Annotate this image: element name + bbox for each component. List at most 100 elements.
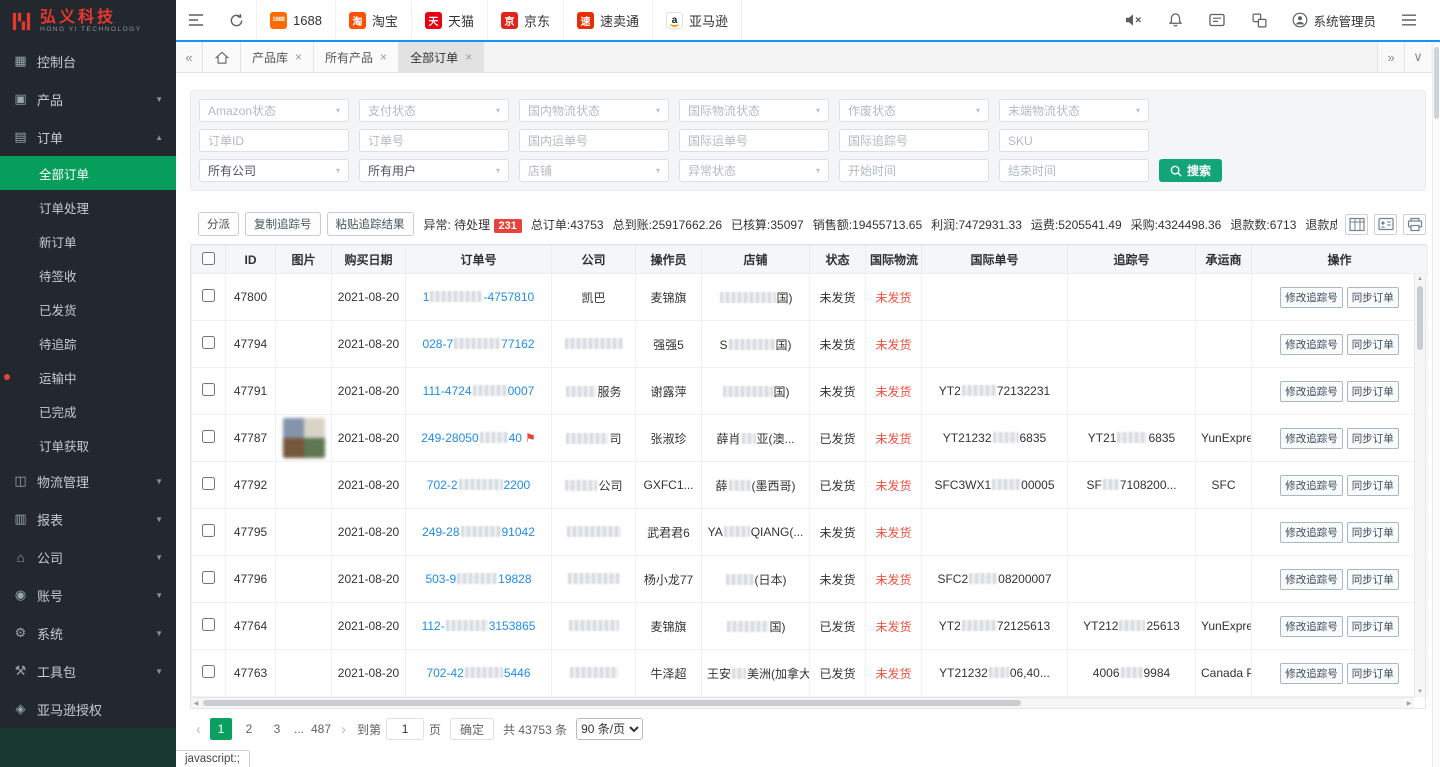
- page-tab[interactable]: 全部订单×: [399, 42, 484, 72]
- sidebar-item-3[interactable]: ◫物流管理▼: [0, 462, 176, 500]
- row-action-button[interactable]: 同步订单: [1347, 616, 1399, 637]
- sidebar-subitem[interactable]: 运输中: [0, 360, 176, 394]
- platform-tab[interactable]: 天天猫: [412, 0, 488, 40]
- row-action-button[interactable]: 修改追踪号: [1280, 475, 1343, 496]
- column-header[interactable]: 操作: [1252, 246, 1428, 274]
- sidebar-item-9[interactable]: ◈亚马逊授权: [0, 690, 176, 728]
- vertical-scroll-thumb[interactable]: [1417, 286, 1423, 350]
- filter-select[interactable]: Amazon状态▾: [199, 99, 349, 122]
- order-number-link[interactable]: 503-919828: [406, 556, 552, 603]
- sidebar-subitem[interactable]: 全部订单: [0, 156, 176, 190]
- filter-input[interactable]: [679, 129, 829, 152]
- page-button[interactable]: 487: [310, 718, 332, 740]
- filter-input[interactable]: [839, 129, 989, 152]
- row-checkbox[interactable]: [202, 289, 215, 302]
- confirm-button[interactable]: 确定: [450, 718, 494, 740]
- scroll-left-arrow[interactable]: ◀: [191, 700, 201, 707]
- column-header[interactable]: 操作员: [636, 246, 702, 274]
- sidebar-subitem[interactable]: 订单获取: [0, 428, 176, 462]
- row-action-button[interactable]: 修改追踪号: [1280, 428, 1343, 449]
- column-header[interactable]: ID: [226, 246, 276, 274]
- row-action-button[interactable]: 修改追踪号: [1280, 616, 1343, 637]
- sidebar-item-2[interactable]: ▤订单▲: [0, 118, 176, 156]
- toolbar-button[interactable]: 分派: [198, 212, 239, 236]
- row-action-button[interactable]: 修改追踪号: [1280, 663, 1343, 684]
- refresh-icon[interactable]: [216, 0, 256, 40]
- row-checkbox[interactable]: [202, 571, 215, 584]
- sidebar-item-6[interactable]: ◉账号▼: [0, 576, 176, 614]
- date-input[interactable]: [999, 159, 1149, 182]
- more-menu-icon[interactable]: [1388, 0, 1430, 40]
- app-logo[interactable]: 弘义科技 HONG YI TECHNOLOGY: [0, 0, 176, 42]
- column-header[interactable]: 店铺: [702, 246, 810, 274]
- filter-select[interactable]: 作废状态▾: [839, 99, 989, 122]
- column-header[interactable]: 承运商: [1196, 246, 1252, 274]
- user-menu[interactable]: 系统管理员: [1280, 11, 1388, 30]
- prev-page-button[interactable]: ‹: [190, 721, 207, 738]
- row-action-button[interactable]: 同步订单: [1347, 428, 1399, 449]
- table-vertical-scrollbar[interactable]: ▲ ▼: [1414, 274, 1425, 697]
- row-action-button[interactable]: 修改追踪号: [1280, 569, 1343, 590]
- platform-tab[interactable]: 速速卖通: [564, 0, 653, 40]
- sidebar-item-4[interactable]: ▥报表▼: [0, 500, 176, 538]
- scroll-down-arrow[interactable]: ▼: [1417, 687, 1423, 697]
- scroll-tabs-right-icon[interactable]: »: [1377, 42, 1404, 72]
- row-checkbox[interactable]: [202, 618, 215, 631]
- filter-select[interactable]: 异常状态▾: [679, 159, 829, 182]
- row-action-button[interactable]: 修改追踪号: [1280, 522, 1343, 543]
- home-tab[interactable]: [203, 42, 241, 72]
- filter-input[interactable]: [199, 129, 349, 152]
- filter-input[interactable]: [999, 129, 1149, 152]
- page-size-select[interactable]: 90 条/页: [576, 718, 643, 740]
- export-icon[interactable]: [1374, 214, 1397, 235]
- close-icon[interactable]: ×: [380, 50, 387, 64]
- column-header[interactable]: 购买日期: [332, 246, 406, 274]
- date-input[interactable]: [839, 159, 989, 182]
- page-jump-input[interactable]: [386, 718, 424, 740]
- mute-icon[interactable]: [1112, 0, 1154, 40]
- row-action-button[interactable]: 修改追踪号: [1280, 381, 1343, 402]
- order-number-link[interactable]: 702-22200: [406, 462, 552, 509]
- row-action-button[interactable]: 修改追踪号: [1280, 287, 1343, 308]
- column-header[interactable]: 国际物流: [866, 246, 922, 274]
- row-action-button[interactable]: 同步订单: [1347, 287, 1399, 308]
- filter-input[interactable]: [359, 129, 509, 152]
- platform-tab[interactable]: 16881688: [256, 0, 336, 40]
- row-checkbox[interactable]: [202, 383, 215, 396]
- column-header[interactable]: 状态: [810, 246, 866, 274]
- order-number-link[interactable]: 112-3153865: [406, 603, 552, 650]
- tabs-menu-icon[interactable]: ∨: [1404, 42, 1431, 72]
- page-button[interactable]: 1: [210, 718, 232, 740]
- filter-select[interactable]: 国内物流状态▾: [519, 99, 669, 122]
- table-horizontal-scrollbar[interactable]: ◀ ▶: [191, 697, 1414, 708]
- page-button[interactable]: 3: [266, 718, 288, 740]
- sidebar-subitem[interactable]: 待追踪: [0, 326, 176, 360]
- toolbar-button[interactable]: 粘贴追踪结果: [327, 212, 414, 236]
- sidebar-subitem[interactable]: 已发货: [0, 292, 176, 326]
- filter-select[interactable]: 支付状态▾: [359, 99, 509, 122]
- row-action-button[interactable]: 同步订单: [1347, 522, 1399, 543]
- search-button[interactable]: 搜索: [1159, 159, 1222, 182]
- horizontal-scroll-thumb[interactable]: [203, 700, 1021, 706]
- row-action-button[interactable]: 同步订单: [1347, 569, 1399, 590]
- row-checkbox[interactable]: [202, 477, 215, 490]
- page-tab[interactable]: 产品库×: [241, 42, 314, 72]
- filter-input[interactable]: [519, 129, 669, 152]
- platform-tab[interactable]: 淘淘宝: [336, 0, 412, 40]
- order-number-link[interactable]: 1-4757810: [406, 274, 552, 321]
- row-action-button[interactable]: 同步订单: [1347, 663, 1399, 684]
- filter-select[interactable]: 末端物流状态▾: [999, 99, 1149, 122]
- order-number-link[interactable]: 111-47240007: [406, 368, 552, 415]
- message-board-icon[interactable]: [1196, 0, 1238, 40]
- close-icon[interactable]: ×: [465, 50, 472, 64]
- row-action-button[interactable]: 修改追踪号: [1280, 334, 1343, 355]
- column-settings-icon[interactable]: [1345, 214, 1368, 235]
- page-tab[interactable]: 所有产品×: [314, 42, 399, 72]
- scroll-right-arrow[interactable]: ▶: [1404, 700, 1414, 707]
- sidebar-item-5[interactable]: ⌂公司▼: [0, 538, 176, 576]
- sidebar-subitem[interactable]: 新订单: [0, 224, 176, 258]
- column-header[interactable]: 追踪号: [1068, 246, 1196, 274]
- filter-select[interactable]: 所有公司▾: [199, 159, 349, 182]
- select-all-checkbox[interactable]: [202, 252, 215, 265]
- page-scrollbar[interactable]: [1432, 44, 1440, 767]
